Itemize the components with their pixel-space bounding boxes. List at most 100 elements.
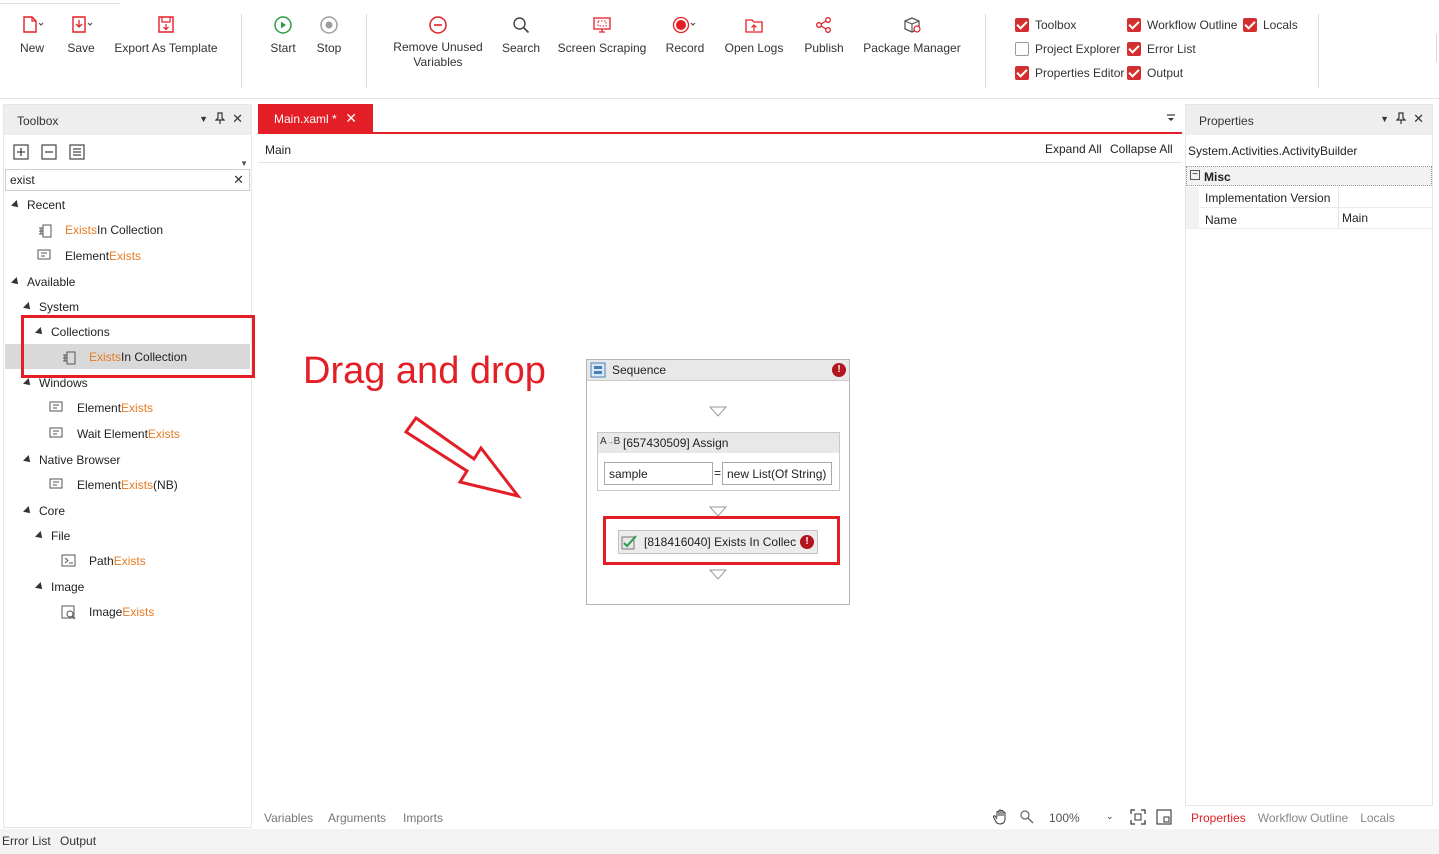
project-explorer-panel-checkbox[interactable]: Project Explorer	[1015, 40, 1120, 58]
tab-main-xaml[interactable]: Main.xaml * ✕	[258, 104, 373, 133]
property-value[interactable]: Main	[1342, 211, 1368, 225]
collapse-all-link[interactable]: Collapse All	[1110, 142, 1173, 156]
annotation-highlight-box	[603, 516, 840, 565]
toolbox-item-element-exists[interactable]: Element Exists	[49, 398, 153, 418]
item-label-pre: Path	[89, 554, 114, 568]
zoom-dropdown-icon[interactable]: ⌄	[1106, 811, 1114, 822]
toolbox-item-wait-element-exists[interactable]: Wait Element Exists	[49, 424, 180, 444]
error-indicator-icon[interactable]: !	[832, 363, 846, 377]
overview-map-icon[interactable]	[1156, 809, 1172, 828]
workflow-outline-panel-checkbox[interactable]: Workflow Outline	[1127, 16, 1237, 34]
close-icon[interactable]: ✕	[1413, 111, 1424, 127]
assign-activity[interactable]: A→B [657430509] Assign sample = new List…	[597, 432, 840, 491]
tab-workflow-outline[interactable]: Workflow Outline	[1258, 811, 1348, 825]
tree-node-available[interactable]: Available	[11, 272, 76, 292]
tree-node-native-browser[interactable]: Native Browser	[23, 450, 120, 470]
properties-editor-panel-checkbox[interactable]: Properties Editor	[1015, 64, 1124, 82]
open-logs-label: Open Logs	[724, 41, 784, 55]
tab-properties[interactable]: Properties	[1191, 811, 1246, 825]
stop-button[interactable]: Stop	[312, 14, 346, 56]
assign-icon: A→B	[600, 436, 621, 447]
property-name: Implementation Version	[1205, 191, 1331, 205]
close-icon[interactable]: ✕	[232, 111, 243, 127]
pin-icon[interactable]	[1395, 111, 1407, 127]
expand-all-icon[interactable]	[12, 143, 30, 164]
toolbox-title: Toolbox	[17, 114, 59, 128]
expand-all-link[interactable]: Expand All	[1045, 142, 1102, 156]
close-tab-icon[interactable]: ✕	[345, 110, 357, 127]
assign-to-field[interactable]: sample	[604, 462, 713, 485]
toolbox-panel-checkbox[interactable]: Toolbox	[1015, 16, 1076, 34]
toolbox-item-path-exists[interactable]: Path Exists	[61, 551, 146, 571]
arguments-tab[interactable]: Arguments	[328, 811, 386, 825]
toolbox-item-recent-exists-in-collection[interactable]: Exists In Collection	[37, 220, 163, 240]
output-panel-checkbox[interactable]: Output	[1127, 64, 1183, 82]
sequence-activity[interactable]: Sequence ! A→B [657430509] Assign sample…	[586, 359, 850, 605]
list-view-icon[interactable]	[68, 143, 86, 164]
search-match: Exists	[113, 554, 146, 568]
assign-equals: =	[714, 466, 722, 480]
screen-scraping-button[interactable]: Screen Scraping	[556, 14, 648, 56]
publish-button[interactable]: Publish	[801, 14, 847, 56]
search-button[interactable]: Search	[500, 14, 542, 56]
category-misc[interactable]: − Misc	[1186, 166, 1432, 186]
tab-locals[interactable]: Locals	[1360, 811, 1395, 825]
save-icon	[62, 14, 100, 40]
zoom-level[interactable]: 100%	[1049, 811, 1080, 825]
record-button[interactable]: Record	[663, 14, 707, 56]
new-button[interactable]: New	[12, 14, 52, 56]
breadcrumb[interactable]: Main	[265, 143, 291, 157]
zoom-icon[interactable]	[1019, 809, 1035, 828]
remove-unused-variables-button[interactable]: Remove Unused Variables	[388, 14, 488, 70]
package-manager-button[interactable]: Package Manager	[860, 14, 964, 56]
toolbox-item-image-exists[interactable]: Image Exists	[61, 602, 154, 622]
save-button[interactable]: Save	[62, 14, 100, 56]
item-label-pre: Element	[77, 478, 122, 492]
hand-pan-icon[interactable]	[992, 808, 1010, 829]
assign-value-field[interactable]: new List(Of String)	[722, 462, 832, 485]
properties-tabs: Properties Workflow Outline Locals	[1185, 807, 1433, 829]
toolbox-item-recent-element-exists[interactable]: Element Exists	[37, 246, 141, 266]
drop-target-icon[interactable]	[708, 406, 728, 421]
tree-node-recent[interactable]: Recent	[11, 195, 65, 215]
tree-node-image[interactable]: Image	[35, 577, 84, 597]
item-label-pre: Image	[89, 605, 123, 619]
start-label: Start	[270, 41, 296, 55]
item-label-pre: Element	[77, 401, 122, 415]
start-button[interactable]: Start	[266, 14, 300, 56]
pin-icon[interactable]	[214, 111, 226, 127]
tree-node-core[interactable]: Core	[23, 501, 65, 521]
tab-error-list[interactable]: Error List	[2, 834, 51, 848]
remove-unused-label-1: Remove Unused	[393, 40, 483, 54]
open-logs-button[interactable]: Open Logs	[722, 14, 786, 56]
toolbar-overflow-icon[interactable]: ▼	[240, 159, 248, 168]
tree-node-file[interactable]: File	[35, 526, 70, 546]
fit-to-screen-icon[interactable]	[1130, 809, 1146, 828]
export-as-template-button[interactable]: Export As Template	[112, 14, 220, 56]
locals-panel-checkbox[interactable]: Locals	[1243, 16, 1298, 34]
clear-search-icon[interactable]: ✕	[233, 172, 244, 188]
panel-menu-icon[interactable]: ▼	[1380, 114, 1389, 124]
ribbon-separator	[366, 14, 367, 88]
collapse-all-icon[interactable]	[40, 143, 58, 164]
checkbox-checked-icon	[1127, 18, 1141, 32]
properties-object-type: System.Activities.ActivityBuilder	[1188, 144, 1358, 158]
tab-output[interactable]: Output	[60, 834, 96, 848]
document-menu-icon[interactable]	[1166, 113, 1176, 126]
annotation-text: Drag and drop	[303, 350, 546, 392]
tree-node-system[interactable]: System	[23, 297, 79, 317]
error-list-panel-checkbox[interactable]: Error List	[1127, 40, 1196, 58]
search-icon	[500, 14, 542, 40]
toolbox-item-element-exists-nb[interactable]: Element Exists (NB)	[49, 475, 178, 495]
workflow-designer: Main Expand All Collapse All Sequence ! …	[258, 134, 1182, 828]
tab-label: Main.xaml *	[274, 112, 337, 126]
property-row[interactable]: Implementation Version	[1186, 187, 1432, 208]
drop-target-icon[interactable]	[708, 569, 728, 584]
property-row[interactable]: Name Main	[1186, 208, 1432, 229]
toolbox-search-input[interactable]	[6, 170, 226, 190]
panel-menu-icon[interactable]: ▼	[199, 114, 208, 124]
imports-tab[interactable]: Imports	[403, 811, 443, 825]
variables-tab[interactable]: Variables	[264, 811, 313, 825]
collapse-category-icon[interactable]: −	[1190, 170, 1200, 180]
tree-label: Available	[27, 275, 76, 289]
